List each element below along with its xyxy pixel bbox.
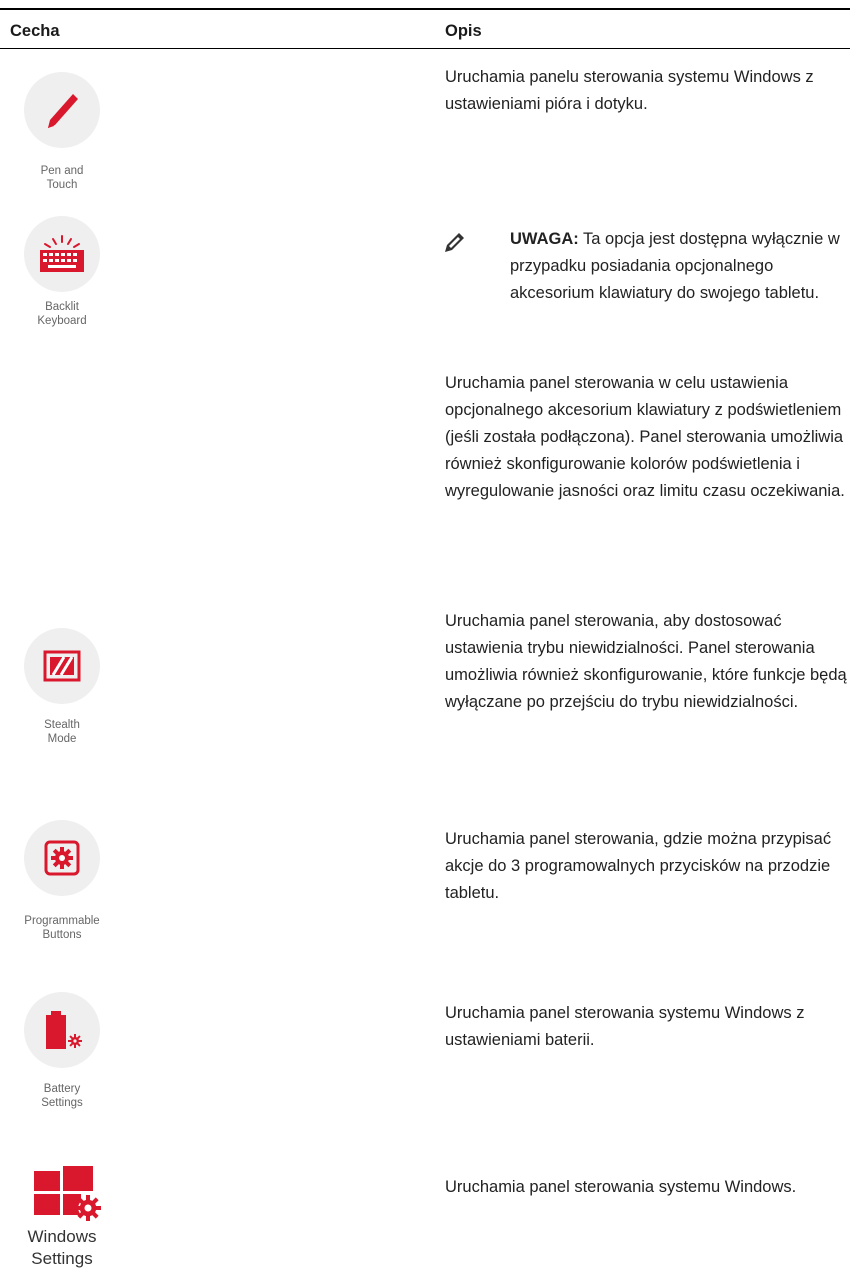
header-divider	[0, 48, 850, 49]
programmable-buttons-icon	[24, 820, 100, 896]
note-label: UWAGA:	[510, 230, 579, 248]
programmable-buttons-description: Uruchamia panel sterowania, gdzie można …	[445, 830, 832, 902]
column-header-description: Opis	[445, 22, 482, 40]
programmable-buttons-label: Programmable Buttons	[24, 915, 100, 941]
column-header-feature: Cecha	[10, 22, 60, 40]
note-text: UWAGA: Ta opcja jest dostępna wyłącznie …	[510, 226, 850, 307]
battery-settings-description: Uruchamia panel sterowania systemu Windo…	[445, 1004, 805, 1049]
pen-and-touch-description: Uruchamia panelu sterowania systemu Wind…	[445, 68, 814, 113]
feature-table: Cecha Opis Pen and Touch Uruchamia panelu…	[0, 0, 850, 1280]
backlit-keyboard-description: Uruchamia panel sterowania w celu ustawi…	[445, 374, 845, 500]
battery-settings-label: Battery Settings	[41, 1083, 83, 1109]
note-pencil-icon	[445, 233, 464, 252]
pen-and-touch-label: Pen and Touch	[40, 165, 84, 191]
backlit-keyboard-icon	[24, 216, 100, 292]
backlit-keyboard-label: Backlit Keyboard	[37, 301, 87, 327]
table-top-rule	[0, 8, 850, 10]
windows-settings-description: Uruchamia panel sterowania systemu Windo…	[445, 1178, 797, 1196]
stealth-mode-icon	[24, 628, 100, 704]
pen-icon	[24, 72, 100, 148]
battery-settings-icon	[24, 992, 100, 1068]
windows-settings-label: Windows Settings	[27, 1227, 97, 1268]
stealth-mode-description: Uruchamia panel sterowania, aby dostosow…	[445, 612, 847, 711]
windows-settings-icon	[32, 1164, 102, 1222]
stealth-mode-label: Stealth Mode	[44, 719, 80, 745]
